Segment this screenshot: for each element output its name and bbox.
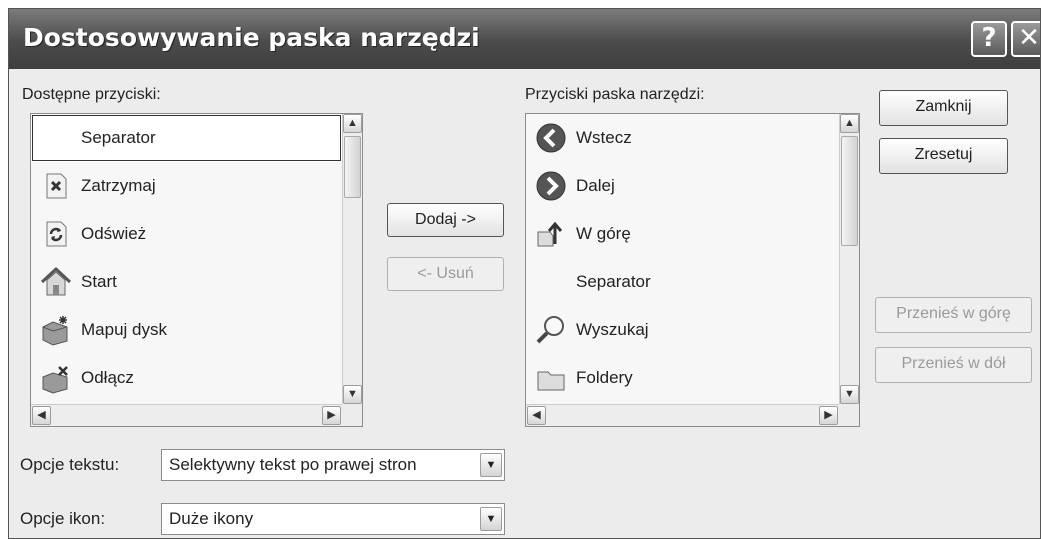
scroll-corner: [342, 404, 362, 426]
available-buttons-label: Dostępne przyciski:: [22, 86, 161, 103]
available-horizontal-scrollbar[interactable]: ◀ ▶: [31, 404, 342, 426]
list-item-separator[interactable]: Separator: [31, 114, 342, 162]
scroll-up-button[interactable]: ▲: [343, 114, 362, 133]
scroll-thumb[interactable]: [344, 136, 361, 198]
toolbar-items: Wstecz Dalej W górę Separator Wyszukaj F…: [526, 114, 839, 404]
list-item-label: W górę: [576, 224, 631, 243]
forward-icon: [534, 169, 568, 203]
list-item-label: Separator: [576, 272, 651, 291]
home-icon: [39, 265, 73, 299]
available-vertical-scrollbar[interactable]: ▲ ▼: [342, 114, 362, 404]
up-folder-icon: [534, 217, 568, 251]
list-item-label: Odłącz: [81, 368, 134, 387]
scroll-right-button[interactable]: ▶: [819, 406, 838, 425]
list-item-label: Foldery: [576, 368, 633, 387]
map-drive-icon: [39, 313, 73, 347]
list-item-refresh[interactable]: Odśwież: [31, 210, 342, 258]
scroll-up-button[interactable]: ▲: [840, 114, 859, 133]
folders-icon: [534, 361, 568, 395]
list-item-up[interactable]: W górę: [526, 210, 839, 258]
add-button[interactable]: Dodaj ->: [387, 203, 504, 237]
dialog-title: Dostosowywanie paska narzędzi: [23, 23, 480, 52]
search-icon: [534, 313, 568, 347]
scroll-down-button[interactable]: ▼: [840, 385, 859, 404]
scroll-right-button[interactable]: ▶: [322, 406, 341, 425]
close-button[interactable]: Zamknij: [879, 90, 1008, 126]
list-item-label: Start: [81, 272, 117, 291]
toolbar-buttons-list[interactable]: Wstecz Dalej W górę Separator Wyszukaj F…: [525, 113, 860, 427]
list-item-label: Zatrzymaj: [81, 176, 156, 195]
refresh-icon: [39, 217, 73, 251]
scroll-down-button[interactable]: ▼: [343, 385, 362, 404]
toolbar-vertical-scrollbar[interactable]: ▲ ▼: [839, 114, 859, 404]
list-item-label: Dalej: [576, 176, 615, 195]
list-item-map-drive[interactable]: Mapuj dysk: [31, 306, 342, 354]
icon-options-select[interactable]: Duże ikony ▼: [161, 503, 505, 535]
scroll-thumb[interactable]: [841, 136, 858, 246]
chevron-down-icon[interactable]: ▼: [480, 507, 502, 531]
toolbar-buttons-label: Przyciski paska narzędzi:: [525, 86, 705, 103]
list-item-label: Wstecz: [576, 128, 632, 147]
move-down-button[interactable]: Przenieś w dół: [875, 347, 1032, 383]
scroll-left-button[interactable]: ◀: [32, 406, 51, 425]
text-options-label: Opcje tekstu:: [20, 455, 120, 474]
icon-options-label: Opcje ikon:: [20, 509, 106, 528]
back-icon: [534, 121, 568, 155]
list-item-disconnect[interactable]: Odłącz: [31, 354, 342, 402]
list-item-stop[interactable]: Zatrzymaj: [31, 162, 342, 210]
chevron-down-icon[interactable]: ▼: [480, 453, 502, 477]
title-bar: Dostosowywanie paska narzędzi ? ✕: [9, 9, 1040, 69]
list-item-separator[interactable]: Separator: [526, 258, 839, 306]
text-options-select[interactable]: Selektywny tekst po prawej stron ▼: [161, 449, 505, 481]
list-item-label: Odśwież: [81, 224, 147, 243]
customize-toolbar-dialog: Dostosowywanie paska narzędzi ? ✕ Dostęp…: [8, 8, 1041, 539]
disconnect-drive-icon: [39, 361, 73, 395]
help-button[interactable]: ?: [971, 21, 1007, 57]
scroll-corner: [839, 404, 859, 426]
stop-icon: [39, 169, 73, 203]
close-window-button[interactable]: ✕: [1011, 21, 1040, 57]
list-item-forward[interactable]: Dalej: [526, 162, 839, 210]
list-item-label: Mapuj dysk: [81, 320, 167, 339]
list-item-label: Separator: [81, 128, 156, 147]
list-item-folders[interactable]: Foldery: [526, 354, 839, 402]
text-options-value: Selektywny tekst po prawej stron: [169, 455, 417, 474]
scroll-left-button[interactable]: ◀: [527, 406, 546, 425]
remove-button[interactable]: <- Usuń: [387, 257, 504, 291]
list-item-home[interactable]: Start: [31, 258, 342, 306]
available-buttons-list[interactable]: Separator Zatrzymaj Odśwież Start Mapuj …: [30, 113, 363, 427]
toolbar-horizontal-scrollbar[interactable]: ◀ ▶: [526, 404, 839, 426]
icon-options-value: Duże ikony: [169, 509, 254, 528]
available-items: Separator Zatrzymaj Odśwież Start Mapuj …: [31, 114, 342, 404]
list-item-search[interactable]: Wyszukaj: [526, 306, 839, 354]
move-up-button[interactable]: Przenieś w górę: [875, 297, 1032, 333]
reset-button[interactable]: Zresetuj: [879, 138, 1008, 174]
list-item-label: Wyszukaj: [576, 320, 649, 339]
list-item-back[interactable]: Wstecz: [526, 114, 839, 162]
